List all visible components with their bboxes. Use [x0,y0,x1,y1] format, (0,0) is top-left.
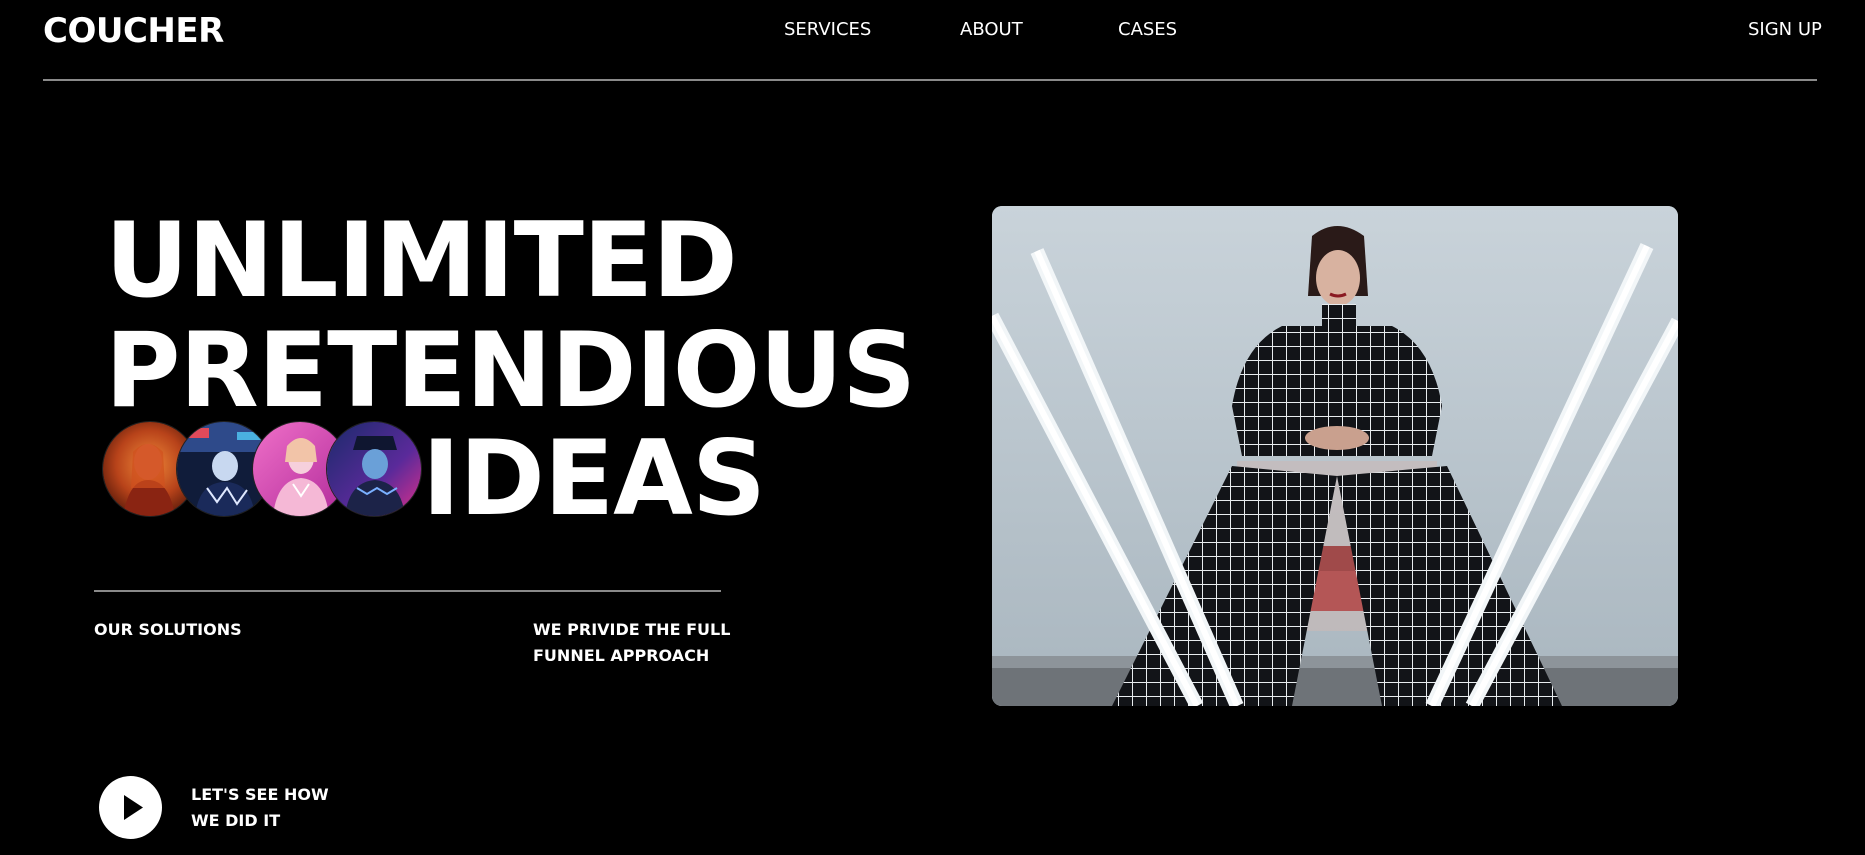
nav-cases[interactable]: CASES [1118,18,1177,42]
sign-up-link[interactable]: SIGN UP [1748,18,1822,42]
video-caption-line-2: WE DID IT [191,811,281,830]
hero-title-line-2: PRETENDIOUS [105,311,916,431]
header-divider [43,79,1817,81]
hero-title-line-1: UNLIMITED [105,201,738,321]
avatar [326,421,422,517]
nav-about[interactable]: ABOUT [960,18,1023,42]
landing-page: COUCHER SERVICES ABOUT CASES SIGN UP UNL… [0,0,1865,855]
brand-logo[interactable]: COUCHER [43,10,224,52]
play-icon [124,795,143,820]
hero-photo [992,206,1678,706]
section-divider [94,590,721,592]
nav-services[interactable]: SERVICES [784,18,871,42]
play-video-button[interactable] [99,776,162,839]
avatar-group [102,421,422,517]
funnel-caption-line-2: FUNNEL APPROACH [533,646,710,665]
funnel-caption-line-1: WE PRIVIDE THE FULL [533,620,731,639]
solutions-label: OUR SOLUTIONS [94,620,242,639]
video-caption-line-1: LET'S SEE HOW [191,785,329,804]
hero-title-line-3: IDEAS [422,419,766,539]
